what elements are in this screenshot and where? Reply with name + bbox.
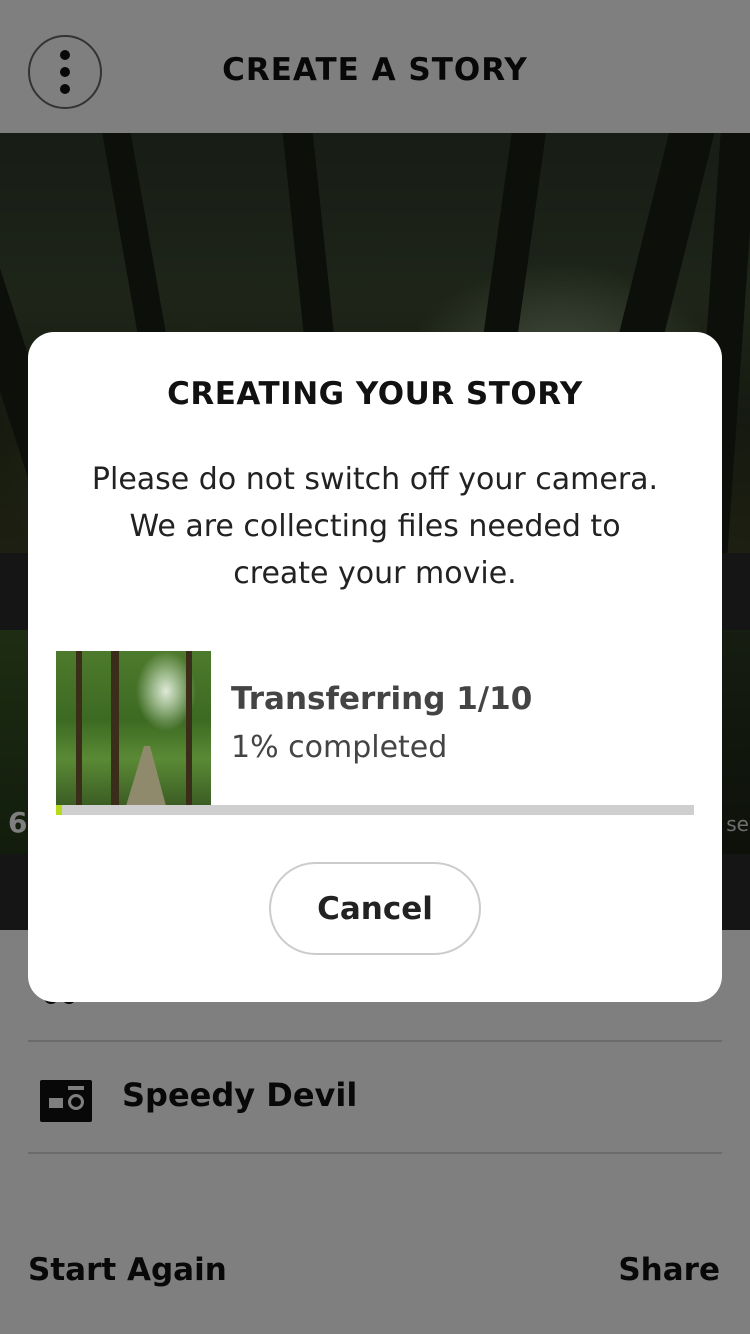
dialog-message: Please do not switch off your camera. We…: [91, 462, 659, 591]
creating-story-dialog: CREATING YOUR STORY Please do not switch…: [28, 332, 722, 1002]
transfer-title: Transferring 1/10: [231, 681, 533, 717]
progress-fill: [56, 805, 63, 815]
transfer-status: 1% completed: [231, 730, 448, 765]
cancel-button[interactable]: Cancel: [269, 862, 481, 955]
dialog-title: CREATING YOUR STORY: [167, 376, 583, 412]
transfer-thumbnail: [56, 651, 211, 805]
transfer-progress-bar: [56, 805, 694, 815]
